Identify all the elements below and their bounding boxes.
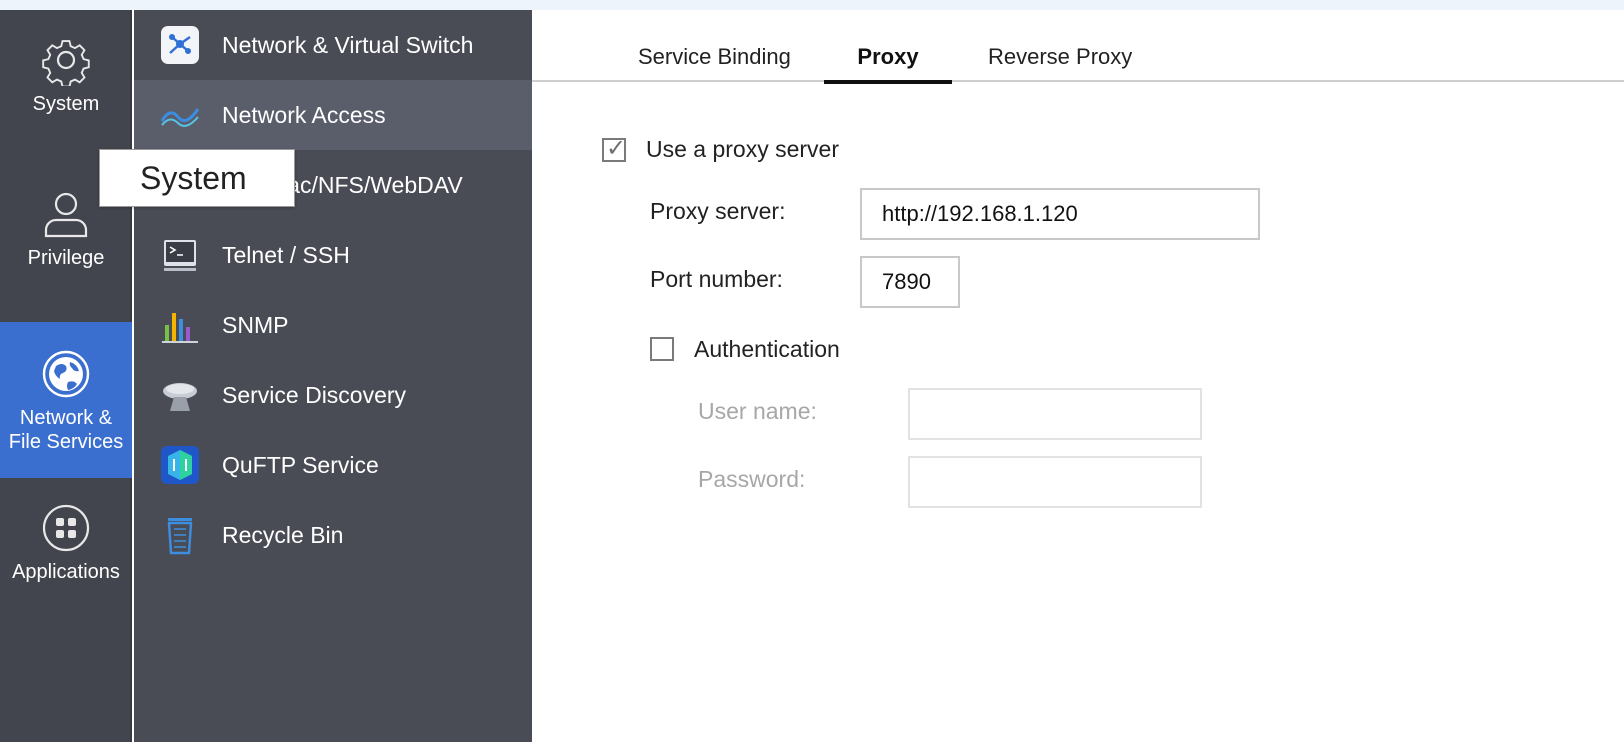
- satellite-dish-icon: [160, 375, 200, 415]
- rail-label-system: System: [32, 93, 100, 115]
- submenu-item-network-access[interactable]: Network Access: [134, 80, 532, 150]
- tooltip: System: [99, 149, 295, 207]
- username-label: User name:: [698, 398, 817, 424]
- password-label: Password:: [698, 466, 806, 492]
- top-bar: [0, 0, 1624, 10]
- terminal-icon: [160, 235, 200, 275]
- trash-icon: [160, 515, 200, 555]
- rail-label-applications: Applications: [12, 561, 120, 583]
- submenu-item-snmp[interactable]: SNMP: [134, 290, 532, 360]
- rail-item-network-file-services[interactable]: Network & File Services: [0, 322, 132, 478]
- check-icon: ✓: [606, 135, 627, 162]
- tab-bar: Service Binding Proxy Reverse Proxy: [532, 10, 1624, 84]
- globe-icon: [40, 348, 92, 400]
- submenu-item-telnet-ssh[interactable]: Telnet / SSH: [134, 220, 532, 290]
- proxy-server-input[interactable]: [860, 188, 1260, 240]
- submenu-item-service-discovery[interactable]: Service Discovery: [134, 360, 532, 430]
- submenu-item-quftp-service[interactable]: QuFTP Service: [134, 430, 532, 500]
- proxy-server-label: Proxy server:: [650, 198, 786, 224]
- tab-proxy[interactable]: Proxy: [824, 44, 952, 84]
- gear-icon: [40, 34, 92, 86]
- use-proxy-label: Use a proxy server: [646, 136, 840, 162]
- submenu-label: Telnet / SSH: [222, 241, 350, 268]
- port-number-input[interactable]: [860, 256, 960, 308]
- submenu-label: SNMP: [222, 311, 289, 338]
- username-input[interactable]: [908, 388, 1202, 440]
- rail-label-privilege: Privilege: [27, 247, 105, 269]
- submenu-label: Recycle Bin: [222, 521, 344, 548]
- user-icon: [40, 188, 92, 240]
- submenu-panel: Network & Virtual Switch Network Access …: [134, 10, 532, 742]
- rail-label-network-line2: File Services: [8, 431, 124, 453]
- submenu-item-recycle-bin[interactable]: Recycle Bin: [134, 500, 532, 570]
- rail-item-applications[interactable]: Applications: [0, 502, 132, 612]
- authentication-label: Authentication: [694, 336, 840, 362]
- ftp-icon: [160, 445, 200, 485]
- password-input[interactable]: [908, 456, 1202, 508]
- use-proxy-checkbox[interactable]: ✓: [602, 135, 627, 162]
- submenu-label: Network & Virtual Switch: [222, 31, 474, 58]
- submenu-label: Network Access: [222, 101, 386, 128]
- rail-item-system[interactable]: System: [0, 34, 132, 144]
- submenu-item-network-virtual-switch[interactable]: Network & Virtual Switch: [134, 10, 532, 80]
- network-switch-icon: [160, 25, 200, 65]
- network-access-icon: [160, 95, 200, 135]
- authentication-checkbox[interactable]: [650, 337, 674, 361]
- port-number-label: Port number:: [650, 266, 783, 292]
- category-rail: System Privilege Network & File Services: [0, 10, 132, 742]
- apps-grid-icon: [40, 502, 92, 554]
- submenu-label: Service Discovery: [222, 381, 407, 408]
- rail-label-network-line1: Network &: [19, 407, 113, 429]
- bar-chart-icon: [160, 305, 200, 345]
- submenu-label: QuFTP Service: [222, 451, 379, 478]
- content-panel: Service Binding Proxy Reverse Proxy ✓ Us…: [532, 10, 1624, 742]
- tab-service-binding[interactable]: Service Binding: [638, 44, 791, 82]
- tab-reverse-proxy[interactable]: Reverse Proxy: [988, 44, 1132, 82]
